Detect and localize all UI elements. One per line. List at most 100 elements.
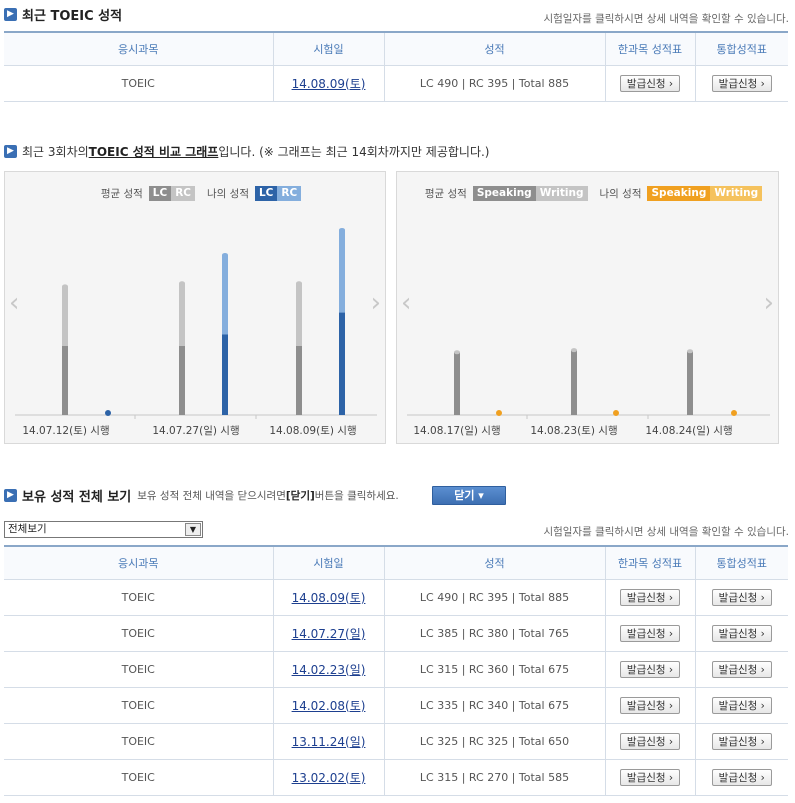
bullet-arrow-icon: ▶ (4, 488, 17, 502)
compare-suffix: 입니다. (※ 그래프는 최근 14회차까지만 제공합니다.) (218, 144, 490, 159)
x-tick-label: 14.08.24(일) 시행 (645, 425, 733, 437)
avg-bar-upper (296, 283, 302, 346)
col-date: 시험일 (272, 545, 384, 580)
x-tick-label: 14.07.27(일) 시행 (152, 425, 240, 437)
issue-single-report-button[interactable]: 발급신청 › (619, 696, 681, 714)
subject-cell: TOEIC (4, 651, 273, 688)
score-cell: LC 315 | RC 270 | Total 585 (383, 759, 605, 796)
single-report-cell: 발급신청 › (604, 579, 695, 616)
exam-date-link[interactable]: 14.02.08(토) (292, 699, 366, 713)
my-bar-upper (222, 255, 228, 335)
recent-section-header: ▶ 최근 TOEIC 성적 (4, 4, 122, 24)
single-report-cell: 발급신청 › (604, 723, 695, 760)
table-row: TOEIC 13.02.02(토) LC 315 | RC 270 | Tota… (4, 759, 788, 796)
my-bar-zero-marker (496, 410, 502, 416)
recent-section-title: 최근 TOEIC 성적 (22, 8, 123, 24)
issue-combined-report-button[interactable]: 발급신청 › (711, 768, 772, 786)
exam-date-link[interactable]: 14.08.09(토) (292, 77, 366, 91)
issue-single-report-button[interactable]: 발급신청 › (619, 768, 681, 786)
all-desc-end: 버튼을 클릭하세요. (314, 489, 399, 502)
subject-cell: TOEIC (4, 723, 273, 760)
bullet-arrow-icon: ▶ (4, 144, 17, 158)
table-row: TOEIC 14.08.09(토) LC 490 | RC 395 | Tota… (4, 65, 788, 102)
avg-bar-lower (179, 346, 185, 415)
issue-combined-report-button[interactable]: 발급신청 › (711, 588, 772, 606)
issue-single-report-button[interactable]: 발급신청 › (619, 74, 681, 92)
subject-cell: TOEIC (4, 687, 273, 724)
issue-single-report-button[interactable]: 발급신청 › (619, 624, 681, 642)
issue-combined-report-button[interactable]: 발급신청 › (711, 696, 772, 714)
my-bar-cap (222, 253, 228, 258)
col-combined-report: 통합성적표 (694, 545, 788, 580)
my-bar-lower (339, 312, 345, 415)
exam-date-link[interactable]: 13.11.24(일) (292, 735, 366, 749)
score-cell: LC 490 | RC 395 | Total 885 (383, 65, 605, 102)
avg-bar-cap (62, 284, 68, 289)
table-row: TOEIC 14.02.08(토) LC 335 | RC 340 | Tota… (4, 687, 788, 724)
single-report-cell: 발급신청 › (604, 65, 695, 102)
filter-select-value: 전체보기 (8, 523, 47, 535)
issue-single-report-button[interactable]: 발급신청 › (619, 588, 681, 606)
all-section-header: ▶ 보유 성적 전체 보기 보유 성적 전체 내역을 닫으시려면 [닫기] 버튼… (4, 485, 399, 505)
issue-combined-report-button[interactable]: 발급신청 › (711, 624, 772, 642)
all-desc: 보유 성적 전체 내역을 닫으시려면 (137, 489, 286, 502)
compare-section-header: ▶ 최근 3회차의 TOEIC 성적 비교 그래프 입니다. (※ 그래프는 최… (4, 141, 489, 161)
exam-date-link[interactable]: 14.07.27(일) (292, 627, 366, 641)
exam-date-link[interactable]: 14.02.23(일) (292, 663, 366, 677)
subject-cell: TOEIC (4, 579, 273, 616)
col-score: 성적 (383, 31, 605, 66)
exam-date-link[interactable]: 13.02.02(토) (292, 771, 366, 785)
avg-bar-lower (454, 352, 460, 415)
col-combined-report: 통합성적표 (694, 31, 788, 66)
date-cell: 13.02.02(토) (272, 759, 384, 796)
issue-single-report-button[interactable]: 발급신청 › (619, 732, 681, 750)
col-date: 시험일 (272, 31, 384, 66)
filter-select[interactable]: 전체보기 ▼ (4, 521, 203, 538)
exam-date-link[interactable]: 14.08.09(토) (292, 591, 366, 605)
single-report-cell: 발급신청 › (604, 615, 695, 652)
compare-emphasis: TOEIC 성적 비교 그래프 (88, 144, 219, 159)
avg-bar-cap (687, 349, 693, 354)
date-cell: 14.02.08(토) (272, 687, 384, 724)
subject-cell: TOEIC (4, 759, 273, 796)
combined-report-cell: 발급신청 › (694, 723, 788, 760)
avg-bar-lower (62, 346, 68, 415)
x-tick-label: 14.08.17(일) 시행 (413, 425, 501, 437)
combined-report-cell: 발급신청 › (694, 651, 788, 688)
x-tick-label: 14.08.23(토) 시행 (530, 425, 618, 437)
avg-bar-cap (571, 348, 577, 353)
subject-cell: TOEIC (4, 615, 273, 652)
avg-bar-cap (454, 350, 460, 355)
all-scores-table: 응시과목 시험일 성적 한과목 성적표 통합성적표 TOEIC 14.08.09… (4, 545, 788, 796)
all-desc-bold: [닫기] (285, 489, 315, 502)
my-bar-zero-marker (105, 410, 111, 416)
issue-single-report-button[interactable]: 발급신청 › (619, 660, 681, 678)
issue-combined-report-button[interactable]: 발급신청 › (711, 732, 772, 750)
score-cell: LC 335 | RC 340 | Total 675 (383, 687, 605, 724)
single-report-cell: 발급신청 › (604, 687, 695, 724)
my-bar-zero-marker (731, 410, 737, 416)
lcrc-chart-svg (15, 227, 377, 419)
avg-bar-cap (296, 281, 302, 286)
lcrc-chart-panel: 평균 성적 LC RC 나의 성적 LC RC ‹ › 14.07.12(토) 시행… (4, 171, 386, 444)
my-bar-zero-marker (613, 410, 619, 416)
date-cell: 13.11.24(일) (272, 723, 384, 760)
score-cell: LC 490 | RC 395 | Total 885 (383, 579, 605, 616)
avg-bar-lower (687, 351, 693, 415)
chevron-down-icon: ▼ (185, 523, 201, 536)
x-tick-label: 14.07.12(토) 시행 (22, 425, 110, 437)
issue-combined-report-button[interactable]: 발급신청 › (711, 74, 772, 92)
my-bar-cap (339, 227, 345, 232)
all-section-title: 보유 성적 전체 보기 (22, 489, 132, 505)
score-cell: LC 315 | RC 360 | Total 675 (383, 651, 605, 688)
combined-report-cell: 발급신청 › (694, 615, 788, 652)
issue-combined-report-button[interactable]: 발급신청 › (711, 660, 772, 678)
col-single-report: 한과목 성적표 (604, 545, 695, 580)
col-subject: 응시과목 (4, 31, 273, 66)
bullet-arrow-icon: ▶ (4, 7, 17, 21)
compare-prefix: 최근 3회차의 (22, 144, 89, 159)
my-bar-lower (222, 334, 228, 415)
table-row: TOEIC 14.07.27(일) LC 385 | RC 380 | Tota… (4, 615, 788, 652)
close-button[interactable]: 닫기 ▾ (432, 486, 506, 505)
combined-report-cell: 발급신청 › (694, 579, 788, 616)
